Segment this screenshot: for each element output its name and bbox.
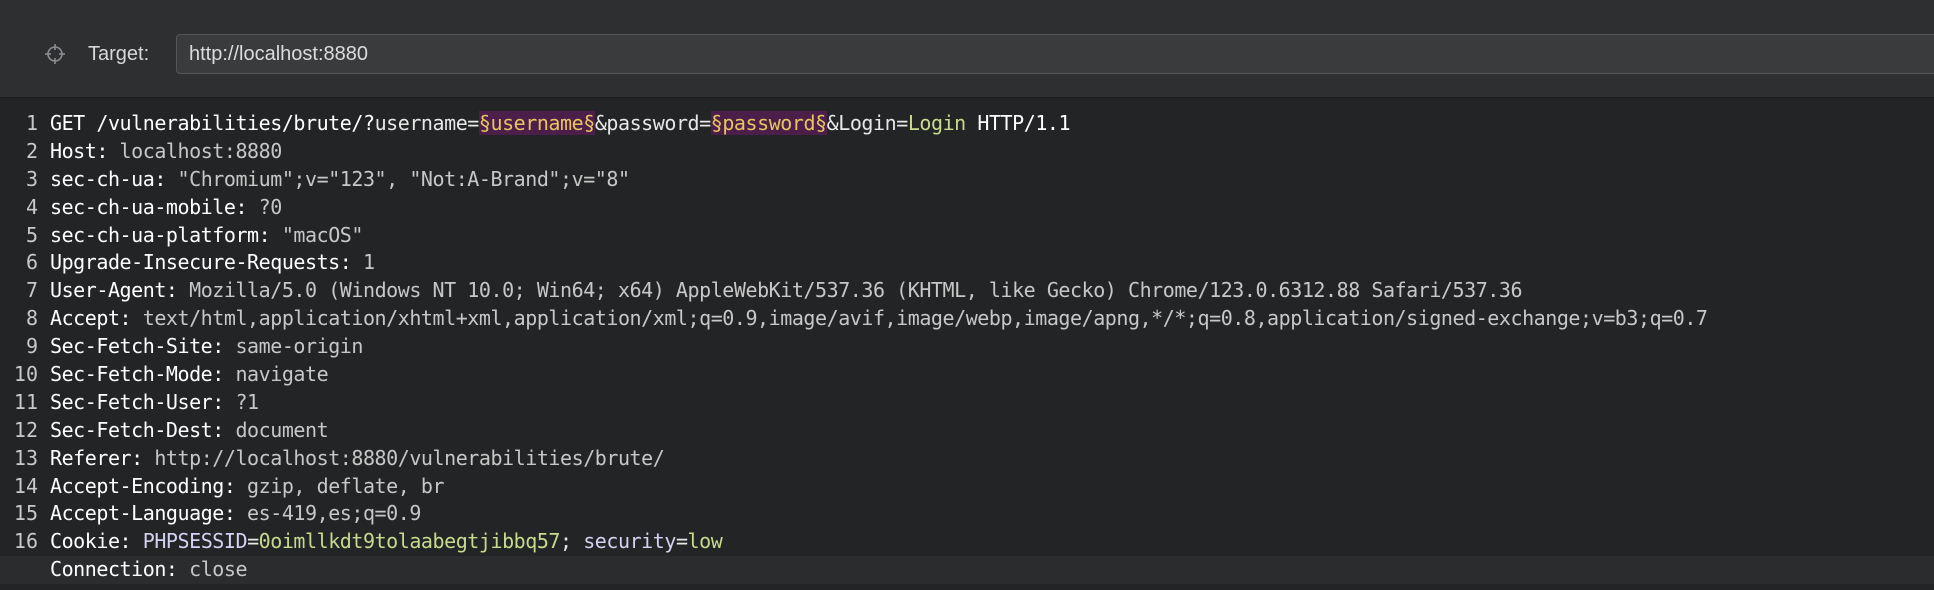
header-line[interactable]: Sec-Fetch-Site: same-origin [50,333,1934,361]
header-name: Sec-Fetch-User: [50,389,224,414]
header-name: sec-ch-ua: [50,166,166,191]
line-number: 6 [25,250,38,275]
header-value: gzip, deflate, br [235,473,445,498]
header-value: 1 [351,250,375,275]
payload-marker-password[interactable]: §password§ [710,111,827,135]
header-name: Referer: [50,445,143,470]
param-name: username [374,111,468,135]
header-line[interactable]: sec-ch-ua: "Chromium";v="123", "Not:A-Br… [50,166,1934,194]
line-number: 7 [25,278,38,303]
cookie-equals: = [247,529,259,554]
header-name: Sec-Fetch-Dest: [50,417,224,442]
target-url-input[interactable] [176,34,1934,74]
method-path: GET /vulnerabilities/brute/? [50,111,375,135]
line-number: 4 [25,194,38,219]
line-number: 10 [13,362,38,387]
header-line[interactable]: Referer: http://localhost:8880/vulnerabi… [50,445,1934,473]
param-name: password [606,111,700,135]
line-number: 12 [13,417,38,442]
header-name: User-Agent: [50,278,178,303]
header-name: Sec-Fetch-Mode: [50,362,224,387]
line-number: 16 [13,529,38,554]
header-value: ?0 [247,194,283,219]
param-separator: & [826,111,839,135]
cookie-value: 0oimllkdt9tolaabegtjibbq57 [258,529,561,554]
header-value: ?1 [223,389,259,414]
header-line[interactable]: Host: localhost:8880 [50,138,1934,166]
header-line[interactable]: Accept-Encoding: gzip, deflate, br [50,473,1934,501]
line-number: 9 [25,334,38,359]
line-number: 14 [13,473,38,498]
header-line[interactable]: Accept: text/html,application/xhtml+xml,… [50,305,1934,333]
header-line[interactable]: Upgrade-Insecure-Requests: 1 [50,249,1934,277]
header-name: Upgrade-Insecure-Requests: [50,250,352,275]
header-value: document [223,417,329,442]
cookie-space [131,529,143,553]
header-value: text/html,application/xhtml+xml,applicat… [131,306,1708,331]
request-code[interactable]: GET /vulnerabilities/brute/?username=§us… [0,110,1934,585]
header-line[interactable]: Accept-Language: es-419,es;q=0.9 [50,500,1934,528]
header-line-current[interactable]: Connection: close [0,556,1934,585]
header-line[interactable]: User-Agent: Mozilla/5.0 (Windows NT 10.0… [50,277,1934,305]
line-number: 2 [25,138,38,163]
param-separator: & [594,111,607,135]
header-name: sec-ch-ua-platform: [50,222,271,247]
line-number: 13 [13,445,38,470]
header-value: "Chromium";v="123", "Not:A-Brand";v="8" [165,166,631,191]
header-line[interactable]: Sec-Fetch-Dest: document [50,417,1934,445]
header-name: Sec-Fetch-Site: [50,334,224,359]
header-value: navigate [223,362,329,387]
crosshair-icon[interactable] [43,42,67,66]
header-value: localhost:8880 [107,138,283,163]
cookie-line[interactable]: Cookie: PHPSESSID=0oimllkdt9tolaabegtjib… [50,528,1934,556]
header-name: Accept: [50,306,132,331]
cookie-value: low [687,529,723,554]
param-name: Login [838,111,897,135]
param-value: Login [907,111,966,135]
header-value: http://localhost:8880/vulnerabilities/br… [142,445,665,470]
line-number: 15 [13,501,38,526]
header-value: close [177,557,248,582]
header-value: es-419,es;q=0.9 [235,501,421,526]
param-equals: = [699,111,711,135]
request-line[interactable]: GET /vulnerabilities/brute/?username=§us… [50,110,1934,138]
cookie-name: security [583,529,676,554]
line-number-gutter: 1 2 3 4 5 6 7 8 9 10 11 12 13 14 15 16 1… [0,110,40,584]
header-line[interactable]: Sec-Fetch-User: ?1 [50,389,1934,417]
payload-marker-username[interactable]: §username§ [478,111,595,135]
http-version: HTTP/1.1 [965,111,1071,135]
header-name: Connection: [50,557,178,582]
header-name: Accept-Encoding: [50,473,236,498]
line-number: 5 [25,222,38,247]
header-line[interactable]: sec-ch-ua-platform: "macOS" [50,222,1934,250]
line-number: 1 [25,111,38,135]
cookie-name: PHPSESSID [142,529,248,554]
param-equals: = [467,111,479,135]
param-equals: = [896,111,908,135]
line-number: 8 [25,306,38,331]
header-name: Cookie: [50,529,132,554]
header-name: sec-ch-ua-mobile: [50,194,248,219]
target-label: Target: [88,43,150,65]
header-value: same-origin [223,334,363,359]
line-number: 11 [13,389,38,414]
cookie-separator: ; [560,529,584,554]
header-value: "macOS" [270,222,364,247]
header-line[interactable]: Sec-Fetch-Mode: navigate [50,361,1934,389]
request-editor[interactable]: 1 2 3 4 5 6 7 8 9 10 11 12 13 14 15 16 1… [0,98,1934,590]
header-name: Host: [50,138,108,163]
header-line[interactable]: sec-ch-ua-mobile: ?0 [50,194,1934,222]
target-toolbar: Target: [0,0,1934,98]
header-name: Accept-Language: [50,501,236,526]
cookie-equals: = [675,529,688,554]
line-number: 3 [25,166,38,191]
header-value: Mozilla/5.0 (Windows NT 10.0; Win64; x64… [177,278,1523,303]
